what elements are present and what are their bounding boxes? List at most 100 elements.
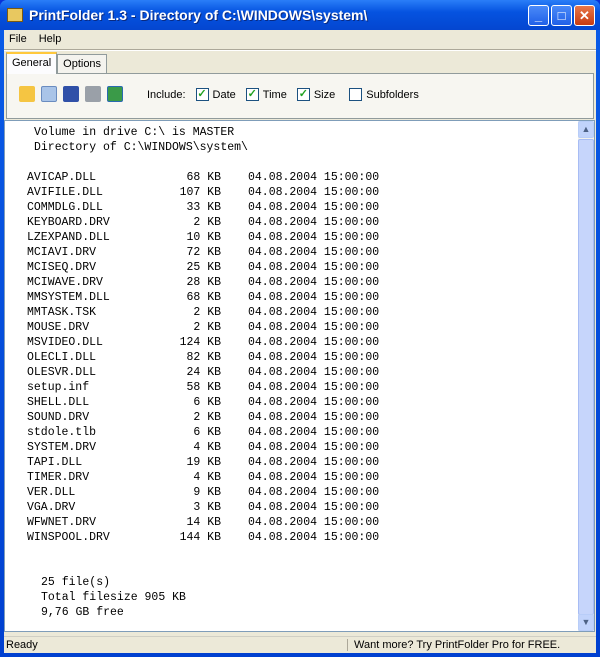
file-name: MOUSE.DRV — [27, 321, 90, 334]
file-size: 25 KB — [186, 261, 221, 274]
file-date: 04.08.2004 15:00:00 — [248, 366, 380, 379]
free-space: 9,76 GB free — [41, 606, 124, 619]
save-icon[interactable] — [63, 86, 79, 102]
file-size: 6 KB — [193, 396, 221, 409]
file-date: 04.08.2004 15:00:00 — [248, 336, 380, 349]
file-name: TIMER.DRV — [27, 471, 90, 484]
file-name: VGA.DRV — [27, 501, 76, 514]
file-name: TAPI.DLL — [27, 456, 83, 469]
file-size: 10 KB — [186, 231, 221, 244]
app-window: PrintFolder 1.3 - Directory of C:\WINDOW… — [0, 0, 600, 657]
file-size: 9 KB — [193, 486, 221, 499]
file-name: OLESVR.DLL — [27, 366, 97, 379]
file-size: 2 KB — [193, 216, 221, 229]
file-name: MMTASK.TSK — [27, 306, 97, 319]
file-date: 04.08.2004 15:00:00 — [248, 321, 380, 334]
file-date: 04.08.2004 15:00:00 — [248, 396, 380, 409]
file-name: stdole.tlb — [27, 426, 97, 439]
file-size: 68 KB — [186, 171, 221, 184]
open-folder-icon[interactable] — [19, 86, 35, 102]
scroll-up-button[interactable]: ▲ — [578, 121, 594, 138]
file-date: 04.08.2004 15:00:00 — [248, 426, 380, 439]
menu-file[interactable]: File — [9, 33, 27, 45]
file-name: WINSPOOL.DRV — [27, 531, 110, 544]
copy-icon[interactable] — [41, 86, 57, 102]
file-date: 04.08.2004 15:00:00 — [248, 171, 380, 184]
file-date: 04.08.2004 15:00:00 — [248, 246, 380, 259]
file-name: setup.inf — [27, 381, 90, 394]
scroll-thumb[interactable] — [578, 139, 594, 615]
menu-separator — [4, 49, 596, 51]
file-date: 04.08.2004 15:00:00 — [248, 306, 380, 319]
file-date: 04.08.2004 15:00:00 — [248, 351, 380, 364]
file-name: SOUND.DRV — [27, 411, 90, 424]
file-date: 04.08.2004 15:00:00 — [248, 411, 380, 424]
file-name: AVICAP.DLL — [27, 171, 97, 184]
file-size: 107 KB — [179, 186, 221, 199]
file-date: 04.08.2004 15:00:00 — [248, 276, 380, 289]
vertical-scrollbar[interactable]: ▲ ▼ — [578, 120, 595, 632]
file-name: VER.DLL — [27, 486, 76, 499]
menu-bar: File Help — [4, 31, 596, 47]
file-name: MMSYSTEM.DLL — [27, 291, 110, 304]
window-title: PrintFolder 1.3 - Directory of C:\WINDOW… — [29, 7, 368, 23]
total-filesize: Total filesize 905 KB — [41, 591, 186, 604]
date-label[interactable]: Date — [213, 89, 236, 101]
file-size: 4 KB — [193, 471, 221, 484]
time-label[interactable]: Time — [263, 89, 287, 101]
file-date: 04.08.2004 15:00:00 — [248, 381, 380, 394]
file-date: 04.08.2004 15:00:00 — [248, 216, 380, 229]
time-checkbox[interactable]: ✓ — [245, 88, 259, 101]
maximize-button[interactable]: □ — [551, 5, 572, 26]
volume-line: Volume in drive C:\ is MASTER — [34, 126, 235, 139]
file-name: MSVIDEO.DLL — [27, 336, 103, 349]
file-size: 28 KB — [186, 276, 221, 289]
size-label[interactable]: Size — [314, 89, 335, 101]
file-size: 24 KB — [186, 366, 221, 379]
file-name: OLECLI.DLL — [27, 351, 97, 364]
file-date: 04.08.2004 15:00:00 — [248, 456, 380, 469]
file-size: 2 KB — [193, 411, 221, 424]
status-promo[interactable]: Want more? Try PrintFolder Pro for FREE. — [348, 639, 560, 651]
file-name: MCIAVI.DRV — [27, 246, 97, 259]
file-name: WFWNET.DRV — [27, 516, 97, 529]
file-size: 2 KB — [193, 321, 221, 334]
file-date: 04.08.2004 15:00:00 — [248, 201, 380, 214]
file-date: 04.08.2004 15:00:00 — [248, 186, 380, 199]
tab-options[interactable]: Options — [57, 54, 108, 74]
file-date: 04.08.2004 15:00:00 — [248, 501, 380, 514]
close-button[interactable]: ✕ — [574, 5, 595, 26]
file-size: 3 KB — [193, 501, 221, 514]
file-name: SYSTEM.DRV — [27, 441, 97, 454]
subfolders-checkbox[interactable] — [349, 88, 363, 101]
file-name: LZEXPAND.DLL — [27, 231, 110, 244]
file-date: 04.08.2004 15:00:00 — [248, 531, 380, 544]
subfolders-label[interactable]: Subfolders — [366, 89, 419, 101]
refresh-icon[interactable] — [107, 86, 123, 102]
date-checkbox[interactable]: ✓ — [195, 88, 209, 101]
include-label: Include: — [147, 88, 186, 101]
general-panel: Include: ✓ Date ✓ Time ✓ Size Subfolders — [6, 73, 594, 119]
app-icon — [7, 8, 23, 22]
file-name: MCIWAVE.DRV — [27, 276, 103, 289]
size-checkbox[interactable]: ✓ — [296, 88, 310, 101]
file-size: 124 KB — [179, 336, 221, 349]
directory-listing[interactable]: Volume in drive C:\ is MASTER Directory … — [4, 120, 578, 632]
file-name: KEYBOARD.DRV — [27, 216, 110, 229]
file-size: 33 KB — [186, 201, 221, 214]
file-name: AVIFILE.DLL — [27, 186, 103, 199]
file-count: 25 file(s) — [41, 576, 111, 589]
directory-line: Directory of C:\WINDOWS\system\ — [34, 141, 248, 154]
file-size: 72 KB — [186, 246, 221, 259]
scroll-down-button[interactable]: ▼ — [578, 614, 594, 631]
file-size: 144 KB — [179, 531, 221, 544]
minimize-button[interactable]: _ — [528, 5, 549, 26]
menu-help[interactable]: Help — [39, 33, 62, 45]
file-name: SHELL.DLL — [27, 396, 90, 409]
file-size: 58 KB — [186, 381, 221, 394]
title-bar[interactable]: PrintFolder 1.3 - Directory of C:\WINDOW… — [0, 0, 600, 30]
print-icon[interactable] — [85, 86, 101, 102]
file-size: 19 KB — [186, 456, 221, 469]
file-date: 04.08.2004 15:00:00 — [248, 486, 380, 499]
tab-general[interactable]: General — [6, 52, 58, 74]
